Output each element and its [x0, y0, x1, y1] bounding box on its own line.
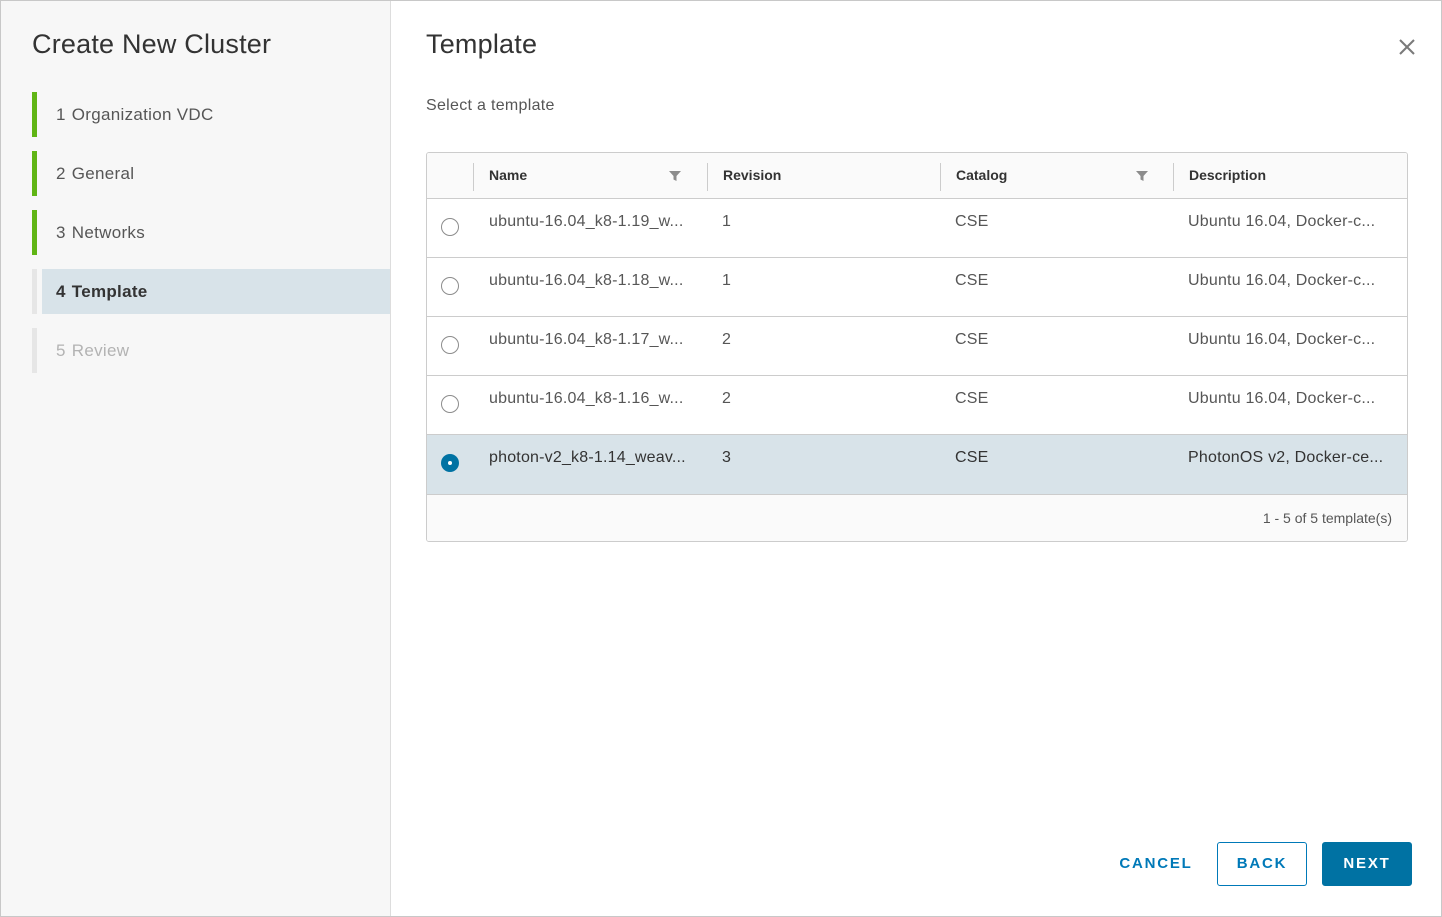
column-label: Revision	[723, 167, 782, 183]
table-row[interactable]: ubuntu-16.04_k8-1.19_w... 1 CSE Ubuntu 1…	[427, 199, 1407, 258]
cell-catalog: CSE	[955, 272, 989, 289]
cell-catalog: CSE	[955, 449, 989, 466]
step-number: 4	[56, 282, 66, 301]
cell-description: Ubuntu 16.04, Docker-c...	[1188, 331, 1376, 348]
step-number: 5	[56, 341, 66, 360]
row-radio[interactable]	[441, 336, 459, 354]
column-label: Description	[1189, 167, 1267, 183]
row-radio[interactable]	[441, 218, 459, 236]
cell-description: Ubuntu 16.04, Docker-c...	[1188, 390, 1376, 407]
create-cluster-dialog: Create New Cluster 1 Organization VDC 2 Ge…	[0, 0, 1442, 917]
step-organization-vdc[interactable]: 1 Organization VDC	[32, 92, 390, 137]
row-radio-checked[interactable]	[441, 454, 459, 472]
cell-catalog: CSE	[955, 390, 989, 407]
column-label: Catalog	[956, 167, 1008, 183]
cell-name: ubuntu-16.04_k8-1.17_w...	[489, 331, 684, 348]
column-header-description[interactable]: Description	[1174, 153, 1407, 198]
cell-revision: 3	[722, 449, 732, 466]
next-button[interactable]: NEXT	[1322, 842, 1412, 886]
table-row[interactable]: ubuntu-16.04_k8-1.17_w... 2 CSE Ubuntu 1…	[427, 317, 1407, 376]
cell-catalog: CSE	[955, 213, 989, 230]
step-review: 5 Review	[32, 328, 390, 373]
filter-icon[interactable]	[669, 170, 681, 182]
template-grid: Name Revision Catalog Description ubuntu…	[426, 152, 1408, 542]
step-number: 2	[56, 164, 66, 183]
column-label: Name	[489, 167, 528, 183]
cell-name: ubuntu-16.04_k8-1.18_w...	[489, 272, 684, 289]
cell-revision: 2	[722, 331, 732, 348]
pagination-count: 1 - 5 of 5 template(s)	[1262, 510, 1392, 526]
cell-name: ubuntu-16.04_k8-1.19_w...	[489, 213, 684, 230]
cell-description: Ubuntu 16.04, Docker-c...	[1188, 272, 1376, 289]
step-label: Organization VDC	[71, 105, 214, 124]
back-button[interactable]: BACK	[1217, 842, 1307, 886]
step-template[interactable]: 4 Template	[32, 269, 390, 314]
table-row-selected[interactable]: photon-v2_k8-1.14_weav... 3 CSE PhotonOS…	[427, 435, 1407, 494]
step-number: 1	[56, 105, 66, 124]
cell-description: PhotonOS v2, Docker-ce...	[1188, 449, 1384, 466]
wizard-title: Create New Cluster	[32, 29, 272, 59]
wizard-content: Template Select a template Name Revision	[391, 1, 1441, 916]
cell-revision: 2	[722, 390, 732, 407]
filter-icon[interactable]	[1136, 170, 1148, 182]
close-icon[interactable]	[1395, 35, 1419, 59]
row-radio[interactable]	[441, 277, 459, 295]
table-row[interactable]: ubuntu-16.04_k8-1.18_w... 1 CSE Ubuntu 1…	[427, 258, 1407, 317]
step-number: 3	[56, 223, 66, 242]
table-row[interactable]: ubuntu-16.04_k8-1.16_w... 2 CSE Ubuntu 1…	[427, 376, 1407, 435]
cell-description: Ubuntu 16.04, Docker-c...	[1188, 213, 1376, 230]
wizard-steps: 1 Organization VDC 2 General 3 Networks 4 Te…	[32, 92, 390, 387]
page-subtitle: Select a template	[426, 97, 555, 114]
cell-name: ubuntu-16.04_k8-1.16_w...	[489, 390, 684, 407]
row-radio[interactable]	[441, 395, 459, 413]
cell-catalog: CSE	[955, 331, 989, 348]
cell-revision: 1	[722, 213, 732, 230]
step-networks[interactable]: 3 Networks	[32, 210, 390, 255]
cell-name: photon-v2_k8-1.14_weav...	[489, 449, 686, 466]
column-header-revision[interactable]: Revision	[708, 153, 941, 198]
grid-header: Name Revision Catalog Description	[427, 153, 1407, 199]
cancel-button[interactable]: CANCEL	[1111, 842, 1201, 886]
page-title: Template	[426, 29, 538, 59]
step-label: Review	[71, 341, 130, 360]
step-label: General	[71, 164, 135, 183]
step-label: Networks	[71, 223, 146, 242]
cell-revision: 1	[722, 272, 732, 289]
step-label: Template	[71, 282, 148, 301]
step-general[interactable]: 2 General	[32, 151, 390, 196]
grid-footer: 1 - 5 of 5 template(s)	[427, 494, 1407, 541]
wizard-nav: Create New Cluster 1 Organization VDC 2 Ge…	[1, 1, 391, 916]
step-template-highlight: 4 Template	[42, 269, 390, 314]
